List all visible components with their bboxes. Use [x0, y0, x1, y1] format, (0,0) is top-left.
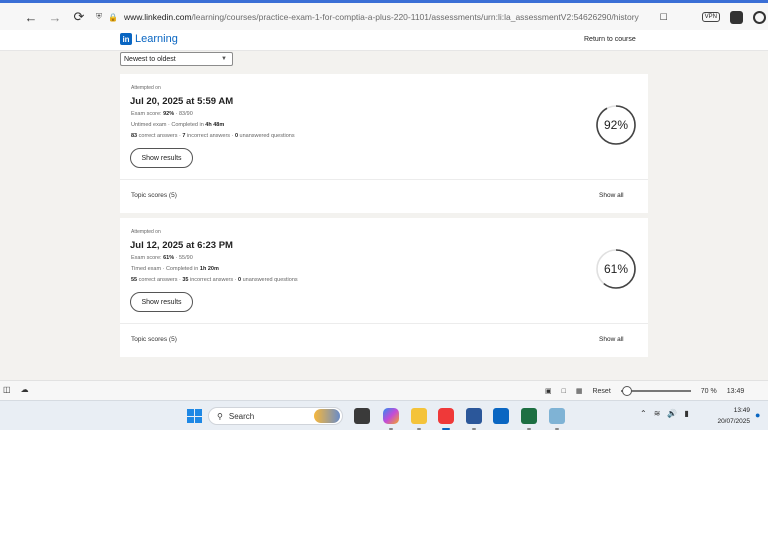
taskbar-search[interactable]: ⚲ Search	[208, 407, 343, 425]
status-right-tools: ▣ □ ▦ Reset 70 % 13:49	[545, 384, 744, 398]
exam-score-line: Exam score: 92% · 83/90	[131, 111, 193, 117]
sort-selected-value: Newest to oldest	[124, 55, 176, 63]
running-indicator	[555, 428, 559, 430]
attempt-card: Attempted on Jul 12, 2025 at 6:23 PM Exa…	[120, 218, 648, 357]
status-clock: 13:49	[726, 387, 745, 395]
taskbar-search-label: Search	[228, 411, 255, 421]
back-arrow-icon[interactable]: ←	[20, 6, 42, 28]
learning-header: in Learning Return to course	[0, 30, 768, 51]
return-to-course-link[interactable]: Return to course	[584, 36, 636, 43]
wallet-icon[interactable]	[730, 10, 743, 24]
zoom-slider-handle[interactable]	[622, 386, 633, 396]
exam-type-line: Untimed exam · Completed in 4h 48m	[131, 122, 225, 128]
capture-icon[interactable]: ▣	[545, 387, 552, 395]
card-divider	[120, 323, 648, 324]
clock-time: 13:49	[733, 407, 750, 414]
taskbar-clock[interactable]: 13:49 20/07/2025	[708, 405, 750, 427]
lock-icon[interactable]: 🔒	[108, 13, 118, 22]
show-results-button[interactable]: Show results	[130, 292, 193, 312]
battery-icon[interactable]: ▮	[684, 409, 688, 418]
task-view-icon[interactable]	[354, 408, 370, 424]
running-indicator	[472, 428, 476, 430]
running-indicator	[527, 428, 531, 430]
windows-start-icon[interactable]	[186, 408, 202, 424]
linkedin-learning-logo[interactable]: in Learning	[120, 33, 178, 45]
cloud-icon[interactable]: ☁	[21, 385, 29, 394]
shield-icon[interactable]: ⛨	[96, 12, 102, 22]
attempted-on-label: Attempted on	[131, 85, 161, 91]
attempted-on-label: Attempted on	[131, 229, 161, 235]
file-explorer-icon[interactable]	[411, 408, 427, 424]
browser-right-tools: ☐ VPN	[660, 7, 768, 27]
show-all-link[interactable]: Show all	[599, 336, 624, 343]
windows-taskbar: ⚲ Search ⌃ ≋ 🔊 ▮ 13:49 20/07/2025 ●	[0, 400, 768, 430]
active-indicator	[442, 428, 450, 430]
address-bar[interactable]: ⛨ 🔒 www.linkedin.com/learning/courses/pr…	[96, 7, 706, 27]
exam-score-line: Exam score: 61% · 55/90	[131, 255, 193, 261]
bookmark-icon[interactable]: ☐	[660, 12, 668, 23]
topic-scores-label: Topic scores (5)	[131, 336, 177, 343]
exam-type-line: Timed exam · Completed in 1h 20m	[131, 266, 219, 272]
chevron-up-icon[interactable]: ⌃	[640, 409, 647, 418]
topic-scores-label: Topic scores (5)	[131, 192, 177, 199]
search-highlight-icon	[314, 409, 340, 423]
zoom-slider[interactable]	[620, 386, 691, 396]
app-icon[interactable]	[549, 408, 565, 424]
running-indicator	[389, 428, 393, 430]
show-results-button[interactable]: Show results	[130, 148, 193, 168]
word-icon[interactable]	[466, 408, 482, 424]
show-all-link[interactable]: Show all	[599, 192, 624, 199]
clock-date: 20/07/2025	[717, 418, 750, 425]
url-text[interactable]: www.linkedin.com/learning/courses/practi…	[124, 12, 639, 22]
excel-icon[interactable]	[521, 408, 537, 424]
linkedin-icon[interactable]	[493, 408, 509, 424]
panel-toggle-icon[interactable]: ◫	[3, 385, 11, 394]
copilot-icon[interactable]	[383, 408, 399, 424]
learning-wordmark: Learning	[135, 33, 178, 45]
vivaldi-icon[interactable]	[438, 408, 454, 424]
running-indicator	[417, 428, 421, 430]
notification-bell-icon[interactable]: ●	[755, 410, 760, 420]
search-icon: ⚲	[217, 411, 223, 421]
browser-status-bar: ◫ ☁ ▣ □ ▦ Reset 70 % 13:49	[0, 380, 768, 400]
answers-summary-line: 83 correct answers · 7 incorrect answers…	[131, 133, 295, 139]
tiling-icon[interactable]: ▦	[576, 387, 583, 395]
attempt-date: Jul 20, 2025 at 5:59 AM	[130, 96, 234, 107]
status-left-tools: ◫ ☁	[3, 385, 29, 394]
zoom-reset-button[interactable]: Reset	[592, 388, 610, 395]
reload-icon[interactable]: ⟳	[68, 6, 90, 28]
chevron-down-icon: ▼	[221, 56, 227, 62]
screen: ← → ⟳ ⛨ 🔒 www.linkedin.com/learning/cour…	[0, 0, 768, 430]
vpn-button[interactable]: VPN	[701, 12, 720, 22]
card-divider	[120, 179, 648, 180]
system-tray: ⌃ ≋ 🔊 ▮	[640, 409, 689, 418]
browser-toolbar: ← → ⟳ ⛨ 🔒 www.linkedin.com/learning/cour…	[0, 0, 768, 30]
attempt-card: Attempted on Jul 20, 2025 at 5:59 AM Exa…	[120, 74, 648, 213]
linkedin-logo-icon: in	[120, 33, 132, 45]
volume-icon[interactable]: 🔊	[667, 409, 677, 418]
forward-arrow-icon[interactable]: →	[44, 6, 66, 28]
answers-summary-line: 55 correct answers · 35 incorrect answer…	[131, 277, 298, 283]
attempt-date: Jul 12, 2025 at 6:23 PM	[130, 240, 233, 251]
score-percent: 92%	[603, 118, 629, 132]
profile-icon[interactable]	[753, 10, 766, 24]
wifi-icon[interactable]: ≋	[654, 409, 661, 418]
sort-dropdown[interactable]: Newest to oldest ▼	[120, 52, 233, 66]
zoom-level: 70 %	[700, 387, 717, 395]
score-percent: 61%	[603, 262, 629, 276]
reader-icon[interactable]: □	[562, 388, 566, 395]
